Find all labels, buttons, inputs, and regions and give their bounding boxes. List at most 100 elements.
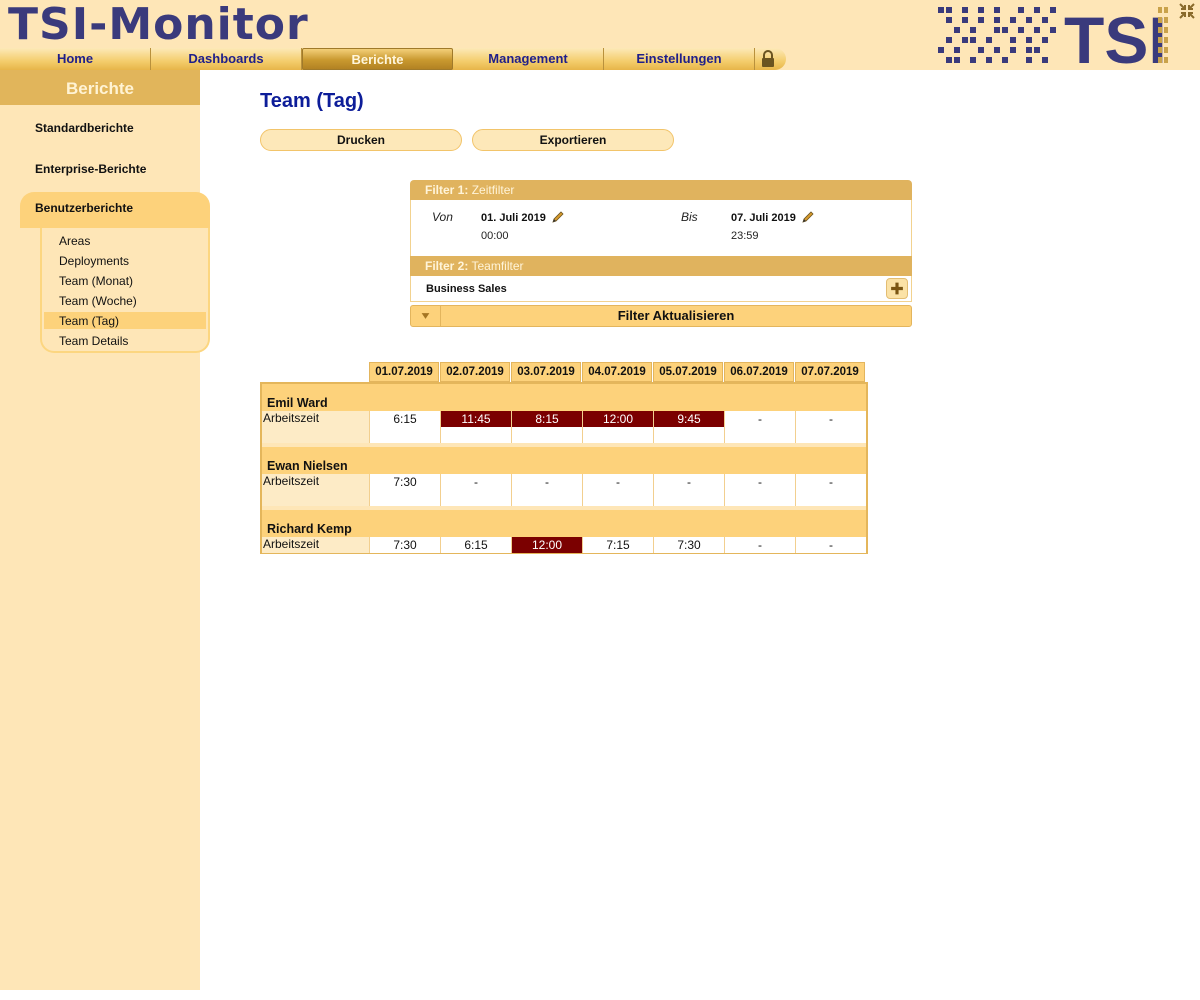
- table-cell: -: [795, 411, 866, 443]
- cell-value: -: [758, 538, 762, 552]
- table-cell: 8:15: [511, 411, 582, 443]
- filter1-name: Zeitfilter: [471, 183, 515, 197]
- filter-update-button[interactable]: Filter Aktualisieren: [441, 306, 911, 326]
- add-team-plus-icon[interactable]: [886, 278, 908, 299]
- filter-panel: Filter 1: Zeitfilter Von 01. Juli 2019 0…: [410, 180, 912, 327]
- cell-value: -: [758, 475, 762, 489]
- table-cell: 12:00: [582, 411, 653, 443]
- sidebar-subitem-team-details[interactable]: Team Details: [59, 334, 128, 348]
- filter1-header: Filter 1: Zeitfilter: [410, 180, 912, 200]
- nav-dashboards[interactable]: Dashboards: [151, 48, 302, 70]
- table-cell: -: [724, 411, 795, 443]
- sidebar-item-standardberichte[interactable]: Standardberichte: [35, 121, 134, 135]
- cell-value: 6:15: [464, 538, 488, 552]
- cell-value: -: [616, 475, 620, 489]
- tsi-logo: TSI: [938, 3, 1168, 67]
- sidebar-subitem-areas[interactable]: Areas: [59, 234, 90, 248]
- print-button[interactable]: Drucken: [260, 129, 462, 151]
- team-member-row: Ewan Nielsen: [262, 447, 866, 474]
- cell-value: 7:30: [393, 475, 417, 489]
- table-cell: -: [795, 474, 866, 506]
- page-title: Team (Tag): [260, 90, 364, 112]
- table-cell: 9:45: [653, 411, 724, 443]
- cell-value: 12:00: [512, 537, 582, 553]
- sidebar-subitem-team-tag[interactable]: Team (Tag): [59, 314, 119, 328]
- app-title: TSI-Monitor: [8, 0, 309, 50]
- from-label: Von: [432, 210, 453, 224]
- cell-value: 6:15: [393, 412, 417, 426]
- cell-value: -: [829, 538, 833, 552]
- toggle-down-arrow-icon[interactable]: [411, 306, 441, 326]
- team-member-name: Richard Kemp: [267, 522, 352, 536]
- filter2-header: Filter 2: Teamfilter: [410, 256, 912, 276]
- metric-label: Arbeitszeit: [262, 411, 369, 443]
- edit-from-pencil-icon[interactable]: [551, 210, 565, 224]
- team-member-name: Emil Ward: [267, 396, 328, 410]
- sidebar-subitem-deployments[interactable]: Deployments: [59, 254, 129, 268]
- table-cell: 7:30: [653, 537, 724, 553]
- cell-value: -: [545, 475, 549, 489]
- cell-value: -: [474, 475, 478, 489]
- to-time: 23:59: [731, 230, 759, 242]
- logo-text: TSI: [1064, 3, 1167, 67]
- table-cell: -: [724, 537, 795, 553]
- team-member-row: Richard Kemp: [262, 510, 866, 537]
- filter2-name: Teamfilter: [471, 259, 524, 273]
- team-member-row: Emil Ward: [262, 384, 866, 411]
- table-cell: -: [440, 474, 511, 506]
- lock-icon[interactable]: [755, 48, 781, 70]
- sidebar-subitem-team-monat[interactable]: Team (Monat): [59, 274, 133, 288]
- table-cell: 7:30: [369, 474, 440, 506]
- main-nav: Home Dashboards Berichte Management Eins…: [0, 48, 786, 70]
- collapse-icon[interactable]: [1178, 2, 1196, 20]
- column-header-date: 07.07.2019: [795, 362, 865, 382]
- team-filter-value: Business Sales: [426, 283, 507, 295]
- table-header-row: 01.07.2019 02.07.2019 03.07.2019 04.07.2019…: [369, 362, 866, 382]
- cell-value: 7:30: [393, 538, 417, 552]
- table-cell: -: [511, 474, 582, 506]
- column-header-date: 06.07.2019: [724, 362, 794, 382]
- sidebar-title: Berichte: [0, 70, 200, 105]
- table-body: Emil Ward Arbeitszeit 6:15 11:45 8:15 12:00 9:…: [260, 382, 868, 554]
- cell-value: 7:30: [677, 538, 701, 552]
- from-time: 00:00: [481, 230, 509, 242]
- column-header-date: 04.07.2019: [582, 362, 652, 382]
- filter1-body: Von 01. Juli 2019 00:00 Bis 07. Juli 201…: [410, 200, 912, 256]
- column-header-date: 05.07.2019: [653, 362, 723, 382]
- cell-value: 9:45: [654, 411, 724, 427]
- nav-einstellungen[interactable]: Einstellungen: [604, 48, 755, 70]
- from-date: 01. Juli 2019: [481, 212, 546, 224]
- column-header-date: 03.07.2019: [511, 362, 581, 382]
- to-label: Bis: [681, 210, 698, 224]
- table-cell: 7:15: [582, 537, 653, 553]
- cell-value: 12:00: [583, 411, 653, 427]
- table-cell: -: [724, 474, 795, 506]
- cell-value: -: [687, 475, 691, 489]
- edit-to-pencil-icon[interactable]: [801, 210, 815, 224]
- to-date: 07. Juli 2019: [731, 212, 796, 224]
- cell-value: 11:45: [441, 411, 511, 427]
- column-header-date: 01.07.2019: [369, 362, 439, 382]
- header: TSI-Monitor TSI Home Dashboards Berichte: [0, 0, 1200, 70]
- team-member-name: Ewan Nielsen: [267, 459, 348, 473]
- cell-value: -: [758, 412, 762, 426]
- table-cell: 12:00: [511, 537, 582, 553]
- sidebar-subitem-team-woche[interactable]: Team (Woche): [59, 294, 137, 308]
- table-cell: 6:15: [440, 537, 511, 553]
- export-button[interactable]: Exportieren: [472, 129, 674, 151]
- cell-value: -: [829, 412, 833, 426]
- cell-value: 8:15: [512, 411, 582, 427]
- sidebar-item-benutzerberichte[interactable]: Benutzerberichte: [20, 192, 210, 228]
- filter1-prefix: Filter 1:: [425, 183, 469, 197]
- sidebar: Berichte Standardberichte Enterprise-Ber…: [0, 70, 210, 990]
- nav-management[interactable]: Management: [453, 48, 604, 70]
- metric-label: Arbeitszeit: [262, 474, 369, 506]
- app-window: TSI-Monitor TSI Home Dashboards Berichte: [0, 0, 1200, 1000]
- sidebar-item-enterprise-berichte[interactable]: Enterprise-Berichte: [35, 162, 146, 176]
- nav-berichte[interactable]: Berichte: [302, 48, 453, 70]
- table-cell: 7:30: [369, 537, 440, 553]
- filter-update-bar: Filter Aktualisieren: [410, 305, 912, 327]
- table-cell: -: [795, 537, 866, 553]
- table-cell: -: [653, 474, 724, 506]
- nav-home[interactable]: Home: [0, 48, 151, 70]
